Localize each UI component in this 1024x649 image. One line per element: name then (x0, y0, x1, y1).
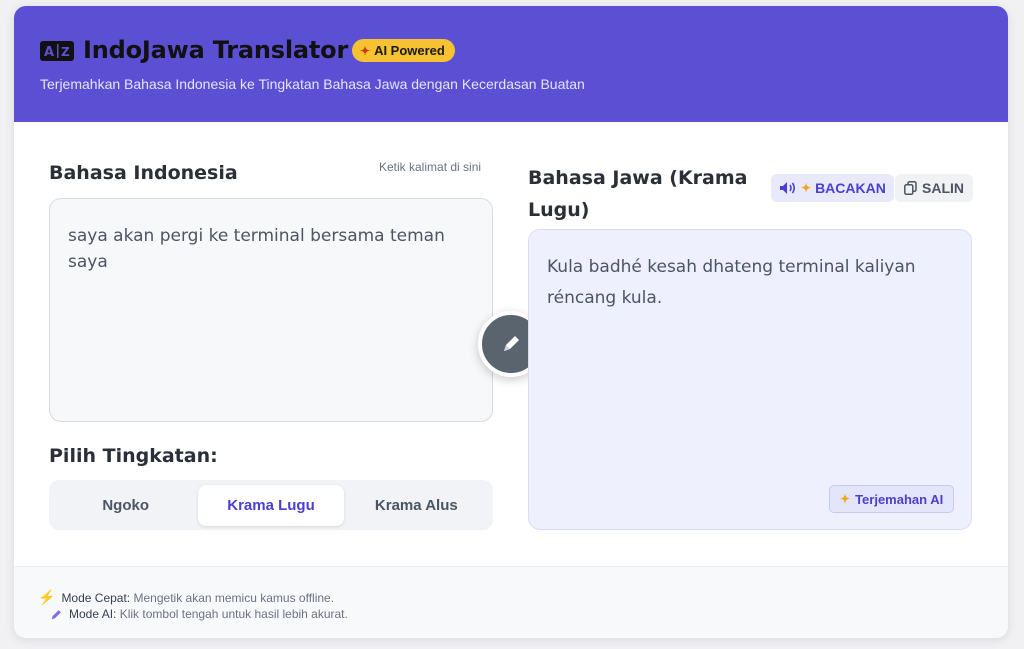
pencil-icon (504, 336, 519, 351)
footer: ⚡ Mode Cepat: Mengetik akan memicu kamus… (14, 566, 1008, 638)
ai-mode-title: Mode AI: (69, 607, 117, 621)
sparkle-icon: ✦ (801, 181, 812, 195)
badge-label: AI Powered (374, 43, 445, 58)
speaker-icon (780, 182, 796, 194)
lightning-icon: ⚡ (38, 589, 56, 605)
translator-card: A Z IndoJawa Translator ✦ AI Powered Ter… (14, 6, 1008, 638)
header: A Z IndoJawa Translator ✦ AI Powered Ter… (14, 6, 1008, 122)
source-hint: Ketik kalimat di sini (379, 160, 482, 174)
target-label-line2: Lugu) (528, 199, 590, 221)
read-aloud-label: BACAKAN (815, 180, 886, 196)
pencil-icon (51, 609, 61, 619)
sparkle-icon: ✦ (840, 492, 851, 506)
target-label-line1: Bahasa Jawa (Krama (528, 167, 748, 189)
svg-text:A: A (44, 45, 54, 60)
source-language-label: Bahasa Indonesia (49, 162, 238, 184)
translate-icon: A Z (40, 41, 74, 61)
copy-button[interactable]: SALIN (895, 174, 973, 202)
svg-text:Z: Z (61, 45, 70, 59)
ai-mode-note: Mode AI: Klik tombol tengah untuk hasil … (50, 607, 348, 621)
copy-label: SALIN (922, 180, 964, 196)
level-selector: Ngoko Krama Lugu Krama Alus (49, 480, 493, 530)
ai-translation-tag: ✦ Terjemahan AI (829, 485, 955, 513)
ai-powered-badge: ✦ AI Powered (352, 39, 455, 62)
sparkle-icon: ✦ (360, 43, 371, 58)
ai-tag-label: Terjemahan AI (855, 491, 944, 507)
copy-icon (904, 181, 917, 195)
fast-mode-text: Mengetik akan memicu kamus offline. (133, 590, 335, 605)
ai-mode-text: Klik tombol tengah untuk hasil lebih aku… (119, 607, 348, 621)
read-aloud-button[interactable]: ✦ BACAKAN (771, 174, 894, 202)
tab-krama-alus[interactable]: Krama Alus (344, 485, 489, 526)
header-subtitle: Terjemahkan Bahasa Indonesia ke Tingkata… (40, 76, 585, 92)
fast-mode-title: Mode Cepat: (61, 590, 131, 605)
tab-ngoko[interactable]: Ngoko (53, 485, 198, 526)
app-title: IndoJawa Translator (83, 36, 349, 64)
fast-mode-note: ⚡ Mode Cepat: Mengetik akan memicu kamus… (38, 589, 334, 606)
source-text-input[interactable]: saya akan pergi ke terminal bersama tema… (49, 198, 493, 422)
tab-krama-lugu[interactable]: Krama Lugu (198, 484, 344, 526)
target-language-label: Bahasa Jawa (Krama Lugu) (528, 162, 748, 226)
level-label: Pilih Tingkatan: (49, 445, 218, 467)
